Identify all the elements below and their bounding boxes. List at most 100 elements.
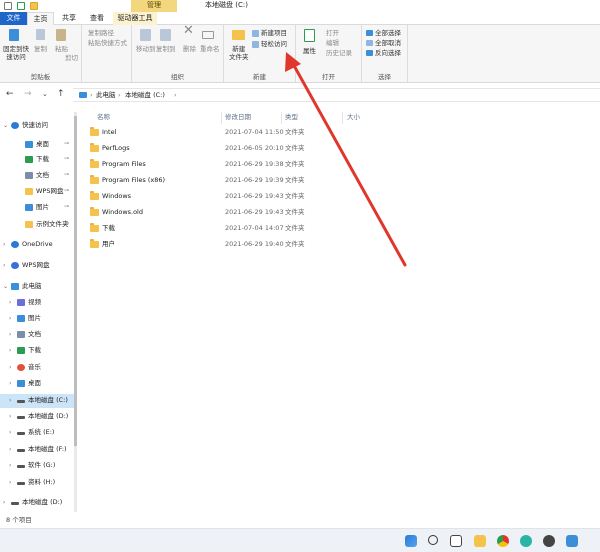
sidebar-item[interactable]: 桌面 ⊸ [0, 138, 77, 152]
sidebar-item[interactable]: 示例文件夹 ⊸ [0, 218, 77, 232]
chevron-right-icon[interactable]: › [3, 241, 5, 248]
chevron-right-icon[interactable]: › [9, 364, 11, 371]
context-tab-manage[interactable]: 管理 [131, 0, 177, 12]
sidebar-scroll-thumb[interactable] [74, 116, 77, 446]
paste-button[interactable]: 粘贴 [55, 45, 68, 53]
file-row[interactable]: Program Files 2021-06-29 19:38 文件夹 [80, 157, 380, 173]
recent-locations-icon[interactable]: ⌄ [42, 90, 48, 99]
sidebar-item[interactable]: 图片 ⊸ [0, 201, 77, 215]
forward-icon[interactable]: → [24, 90, 32, 99]
sidebar-item[interactable]: › 音乐 [0, 361, 77, 375]
sidebar-item[interactable]: ⌄ 快速访问 [0, 119, 77, 133]
quick-access-icon[interactable] [4, 2, 12, 10]
pin-icon[interactable]: ⊸ [64, 155, 69, 162]
column-size[interactable]: 大小 [347, 113, 360, 122]
chevron-right-icon[interactable]: › [9, 462, 11, 469]
rename-button[interactable]: 重命名 [200, 45, 220, 53]
chevron-right-icon[interactable]: › [9, 429, 11, 436]
copy-path-button[interactable]: 复制路径 [88, 29, 114, 37]
sidebar-item[interactable]: › 本地磁盘 (D:) [0, 410, 77, 424]
pin-icon[interactable]: ⊸ [64, 187, 69, 194]
start-icon[interactable] [405, 535, 417, 547]
tab-home[interactable]: 主页 [27, 12, 54, 25]
chevron-right-icon[interactable]: › [9, 299, 11, 306]
tab-drive-tools[interactable]: 驱动器工具 [113, 12, 157, 25]
app-icon[interactable] [543, 535, 555, 547]
file-row[interactable]: PerfLogs 2021-06-05 20:10 文件夹 [80, 141, 380, 157]
chevron-right-icon[interactable]: › [9, 397, 11, 404]
paste-shortcut-button[interactable]: 粘贴快捷方式 [88, 39, 127, 47]
column-divider[interactable] [281, 112, 282, 124]
properties-button[interactable]: 属性 [303, 47, 316, 55]
app-icon[interactable] [566, 535, 578, 547]
chevron-right-icon[interactable]: › [9, 413, 11, 420]
sidebar-item[interactable]: › 本地磁盘 (C:) [0, 394, 77, 408]
move-to-button[interactable]: 移动到 [136, 45, 156, 53]
tab-file[interactable]: 文件 [0, 12, 27, 25]
file-row[interactable]: Program Files (x86) 2021-06-29 19:39 文件夹 [80, 173, 380, 189]
sidebar-item[interactable]: ⌄ 此电脑 [0, 280, 77, 294]
up-icon[interactable]: ↑ [57, 90, 65, 99]
properties-qat-icon[interactable] [17, 2, 25, 10]
sidebar-item[interactable]: › OneDrive [0, 238, 77, 252]
delete-button[interactable]: 删除 [183, 45, 196, 53]
sidebar-item[interactable]: › 系统 (E:) [0, 426, 77, 440]
select-none-button[interactable]: 全部取消 [375, 39, 401, 47]
new-folder-qat-icon[interactable] [30, 2, 38, 10]
sidebar-item[interactable]: › 下载 [0, 344, 77, 358]
breadcrumb-drive-c[interactable]: 本地磁盘 (C:) [125, 91, 165, 100]
invert-selection-button[interactable]: 反向选择 [375, 49, 401, 57]
new-item-button[interactable]: 新建项目 [261, 29, 287, 37]
new-folder-button[interactable]: 新建 文件夹 [229, 45, 249, 61]
chevron-right-icon[interactable]: › [9, 315, 11, 322]
column-divider[interactable] [221, 112, 222, 124]
sidebar-item[interactable]: › 资料 (H:) [0, 476, 77, 490]
open-button[interactable]: 打开 [326, 29, 339, 37]
task-view-icon[interactable] [450, 535, 462, 547]
chevron-right-icon[interactable]: › [9, 380, 11, 387]
chevron-right-icon[interactable]: › [9, 331, 11, 338]
edge-icon[interactable] [520, 535, 532, 547]
sidebar-item[interactable]: 下载 ⊸ [0, 153, 77, 167]
sidebar-item[interactable]: › 本地磁盘 (D:) [0, 496, 77, 510]
sidebar-item[interactable]: › 桌面 [0, 377, 77, 391]
copy-button[interactable]: 复制 [34, 45, 47, 53]
sidebar-item[interactable]: › 视频 [0, 296, 77, 310]
file-row[interactable]: 下载 2021-07-04 14:07 文件夹 [80, 221, 380, 237]
tab-share[interactable]: 共享 [56, 12, 82, 25]
history-button[interactable]: 历史记录 [326, 49, 352, 57]
chrome-icon[interactable] [497, 535, 509, 547]
column-date[interactable]: 修改日期 [225, 113, 251, 122]
chevron-right-icon[interactable]: › [9, 446, 11, 453]
file-row[interactable]: 用户 2021-06-29 19:40 文件夹 [80, 237, 380, 253]
chevron-right-icon[interactable]: › [3, 499, 5, 506]
sidebar-item[interactable]: › 文档 [0, 328, 77, 342]
file-explorer-icon[interactable] [474, 535, 486, 547]
search-icon[interactable] [428, 535, 438, 545]
pin-icon[interactable]: ⊸ [64, 220, 69, 227]
chevron-down-icon[interactable]: ⌄ [3, 122, 8, 129]
tab-view[interactable]: 查看 [84, 12, 110, 25]
chevron-down-icon[interactable]: ⌄ [3, 283, 8, 290]
column-type[interactable]: 类型 [285, 113, 298, 122]
sidebar-item[interactable]: WPS网盘 ⊸ [0, 185, 77, 199]
sidebar-item[interactable]: 文档 ⊸ [0, 169, 77, 183]
easy-access-button[interactable]: 轻松访问 [261, 40, 287, 48]
file-row[interactable]: Windows 2021-06-29 19:43 文件夹 [80, 189, 380, 205]
chevron-right-icon[interactable]: › [3, 262, 5, 269]
select-all-button[interactable]: 全部选择 [375, 29, 401, 37]
sidebar-item[interactable]: › 软件 (G:) [0, 459, 77, 473]
back-icon[interactable]: ← [6, 90, 14, 99]
pin-quick-access-button[interactable]: 固定到快 速访问 [3, 45, 29, 61]
pin-icon[interactable]: ⊸ [64, 203, 69, 210]
sidebar-item[interactable]: › 本地磁盘 (F:) [0, 443, 77, 457]
file-row[interactable]: Intel 2021-07-04 11:50 文件夹 [80, 125, 380, 141]
breadcrumb-this-pc[interactable]: 此电脑 [96, 91, 116, 100]
pin-icon[interactable]: ⊸ [64, 140, 69, 147]
chevron-right-icon[interactable]: › [9, 479, 11, 486]
edit-button[interactable]: 编辑 [326, 39, 339, 47]
pin-icon[interactable]: ⊸ [64, 171, 69, 178]
copy-to-button[interactable]: 复制到 [156, 45, 176, 53]
sidebar-item[interactable]: › WPS网盘 [0, 259, 77, 273]
column-divider[interactable] [342, 112, 343, 124]
